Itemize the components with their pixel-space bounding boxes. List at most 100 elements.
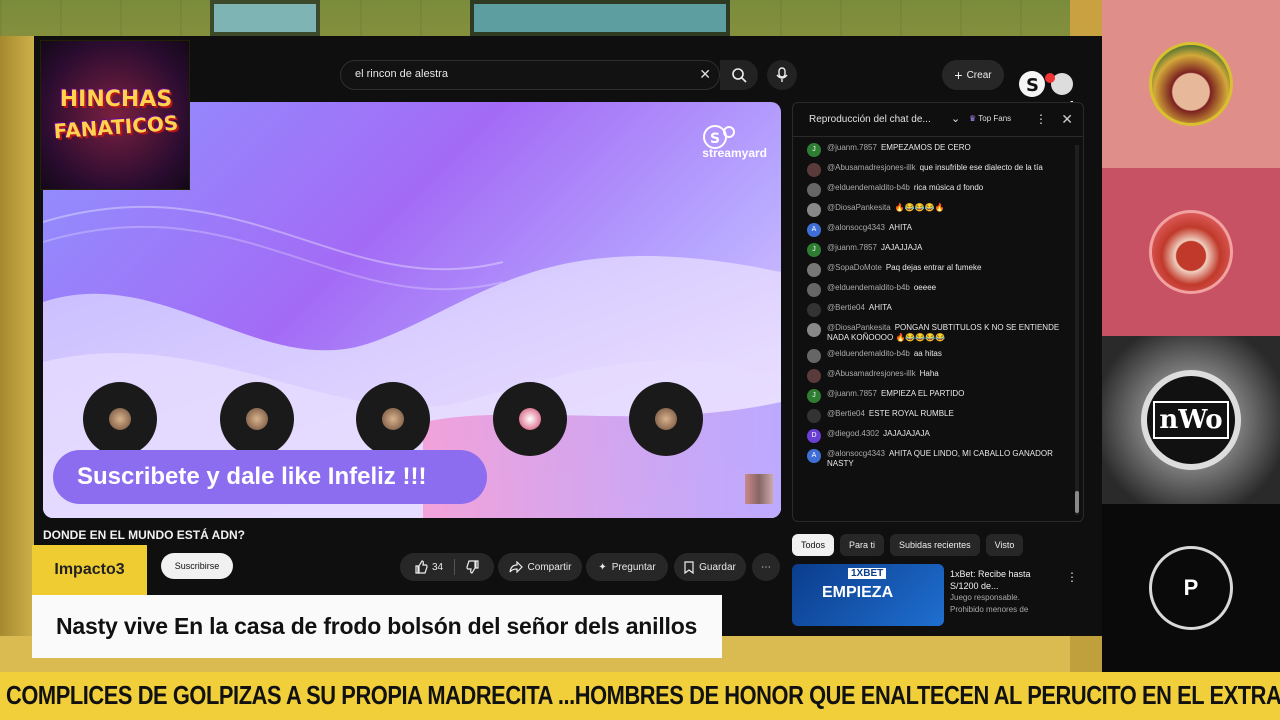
chat-message[interactable]: @Abusamadresjones-illk que insufrible ese… bbox=[807, 163, 1075, 177]
avatar[interactable]: A bbox=[807, 449, 821, 463]
participant-tile[interactable] bbox=[1102, 0, 1280, 168]
chat-username[interactable]: @SopaDoMote bbox=[827, 263, 882, 272]
chat-message-body: @Abusamadresjones-illk que insufrible ese… bbox=[827, 163, 1043, 177]
avatar[interactable] bbox=[807, 409, 821, 423]
participant-column: nWo P bbox=[1102, 0, 1280, 672]
chat-username[interactable]: @DiosaPankesita bbox=[827, 203, 891, 212]
chat-username[interactable]: @elduendemaldito-b4b bbox=[827, 183, 910, 192]
chat-title[interactable]: Reproducción del chat de... bbox=[809, 114, 931, 125]
chat-username[interactable]: @elduendemaldito-b4b bbox=[827, 283, 910, 292]
chat-message[interactable]: @elduendemaldito-b4b aa hitas bbox=[807, 349, 1075, 363]
chat-username[interactable]: @juanm.7857 bbox=[827, 143, 877, 152]
chat-message[interactable]: @elduendemaldito-b4b oeeee bbox=[807, 283, 1075, 297]
search-button[interactable] bbox=[720, 60, 758, 90]
chat-message[interactable]: A @alonsocg4343 AHITA QUE LINDO, MI CABALL… bbox=[807, 449, 1075, 469]
chat-username[interactable]: @alonsocg4343 bbox=[827, 223, 885, 232]
avatar[interactable] bbox=[807, 263, 821, 277]
chat-message[interactable]: @DiosaPankesita 🔥😂😂😂🔥 bbox=[807, 203, 1075, 217]
svg-text:S: S bbox=[1026, 75, 1039, 96]
chat-scrollbar[interactable] bbox=[1075, 145, 1079, 515]
avatar[interactable] bbox=[807, 203, 821, 217]
chat-message-body: @alonsocg4343 AHITA bbox=[827, 223, 912, 237]
avatar[interactable]: J bbox=[807, 143, 821, 157]
avatar: nWo bbox=[1141, 370, 1241, 470]
more-button[interactable]: ⋯ bbox=[752, 553, 780, 581]
participant-avatar bbox=[629, 382, 703, 456]
chat-username[interactable]: @Bertie04 bbox=[827, 409, 865, 418]
chat-username[interactable]: @alonsocg4343 bbox=[827, 449, 885, 458]
avatar[interactable] bbox=[807, 283, 821, 297]
chat-message[interactable]: @Bertie04 AHITA bbox=[807, 303, 1075, 317]
tab-subidas-recientes[interactable]: Subidas recientes bbox=[890, 534, 980, 556]
kebab-menu-icon[interactable]: ⋮ bbox=[1035, 112, 1047, 126]
chat-message[interactable]: A @alonsocg4343 AHITA bbox=[807, 223, 1075, 237]
search-input[interactable]: el rincon de alestra ✕ bbox=[340, 60, 720, 90]
tab-para-ti[interactable]: Para ti bbox=[840, 534, 885, 556]
avatar[interactable] bbox=[807, 183, 821, 197]
avatar[interactable] bbox=[807, 323, 821, 337]
tab-visto[interactable]: Visto bbox=[985, 534, 1024, 556]
participant-tile[interactable]: P bbox=[1102, 504, 1280, 672]
news-ticker: COMPLICES DE GOLPIZAS A SU PROPIA MADREC… bbox=[0, 672, 1280, 720]
chat-text: JAJAJJAJA bbox=[880, 243, 923, 252]
chat-message[interactable]: @SopaDoMote Paq dejas entrar al fumeke bbox=[807, 263, 1075, 277]
chat-message[interactable]: J @juanm.7857 EMPIEZA EL PARTIDO bbox=[807, 389, 1075, 403]
chat-username[interactable]: @juanm.7857 bbox=[827, 243, 877, 252]
kebab-menu-icon[interactable]: ⋮ bbox=[1066, 570, 1078, 584]
chat-message[interactable]: @Bertie04 ESTE ROYAL RUMBLE bbox=[807, 409, 1075, 423]
avatar[interactable]: D bbox=[807, 429, 821, 443]
chat-message[interactable]: @Abusamadresjones-illk Haha bbox=[807, 369, 1075, 383]
chat-message[interactable]: D @diegod.4302 JAJAJAJAJA bbox=[807, 429, 1075, 443]
stream-scene: { "youtube": { "search_query": "el rinco… bbox=[0, 0, 1280, 720]
chat-username[interactable]: @Bertie04 bbox=[827, 303, 865, 312]
avatar[interactable]: J bbox=[807, 389, 821, 403]
chevron-down-icon[interactable]: ⌄ bbox=[951, 112, 960, 125]
save-button[interactable]: Guardar bbox=[674, 553, 746, 581]
avatar[interactable] bbox=[807, 369, 821, 383]
chat-message[interactable]: @DiosaPankesita PONGAN SUBTITULOS K NO SE… bbox=[807, 323, 1075, 343]
participant-avatar bbox=[493, 382, 567, 456]
chat-username[interactable]: @elduendemaldito-b4b bbox=[827, 349, 910, 358]
avatar[interactable] bbox=[807, 303, 821, 317]
participant-tile[interactable]: nWo bbox=[1102, 336, 1280, 504]
subscribe-button[interactable]: Suscribirse bbox=[161, 553, 233, 579]
chat-text: rica música d fondo bbox=[913, 183, 984, 192]
thumbs-down-icon[interactable] bbox=[466, 560, 480, 574]
chat-message-body: @elduendemaldito-b4b oeeee bbox=[827, 283, 936, 297]
close-icon[interactable]: ✕ bbox=[1061, 111, 1073, 128]
ad-card[interactable]: 1XBET EMPIEZA 1xBet: Recibe hasta S/1200… bbox=[792, 564, 1082, 634]
chat-text: EMPEZAMOS DE CERO bbox=[880, 143, 971, 152]
like-button[interactable]: 34 bbox=[414, 560, 443, 574]
close-icon[interactable]: ✕ bbox=[699, 66, 711, 83]
chat-text: AHITA bbox=[888, 223, 912, 232]
chat-message-body: @Abusamadresjones-illk Haha bbox=[827, 369, 939, 383]
ask-button[interactable]: ✦ Preguntar bbox=[586, 553, 668, 581]
ad-title: 1xBet: Recibe hasta S/1200 de... bbox=[950, 569, 1031, 591]
share-button[interactable]: Compartir bbox=[498, 553, 582, 581]
avatar[interactable] bbox=[807, 349, 821, 363]
chat-message[interactable]: J @juanm.7857 JAJAJJAJA bbox=[807, 243, 1075, 257]
chat-username[interactable]: @diegod.4302 bbox=[827, 429, 879, 438]
avatar[interactable]: A bbox=[807, 223, 821, 237]
chat-username[interactable]: @juanm.7857 bbox=[827, 389, 877, 398]
avatar[interactable]: J bbox=[807, 243, 821, 257]
chat-message[interactable]: @elduendemaldito-b4b rica música d fondo bbox=[807, 183, 1075, 197]
chat-username[interactable]: @Abusamadresjones-illk bbox=[827, 163, 916, 172]
chat-message[interactable]: J @juanm.7857 EMPEZAMOS DE CERO bbox=[807, 143, 1075, 157]
chat-username[interactable]: @DiosaPankesita bbox=[827, 323, 891, 332]
chat-username[interactable]: @Abusamadresjones-illk bbox=[827, 369, 916, 378]
top-fans-badge[interactable]: ♛ Top Fans bbox=[969, 114, 1011, 123]
recommendation-tabs: Todos Para ti Subidas recientes Visto bbox=[792, 534, 1024, 556]
video-title: DONDE EN EL MUNDO ESTÁ ADN? bbox=[43, 528, 246, 542]
create-button[interactable]: + Crear bbox=[942, 60, 1004, 90]
mic-button[interactable] bbox=[767, 60, 797, 90]
logo-text: HINCHAS bbox=[59, 87, 173, 112]
participant-tile[interactable] bbox=[1102, 168, 1280, 336]
tab-todos[interactable]: Todos bbox=[792, 534, 835, 556]
caption-text: Nasty vive En la casa de frodo bolsón de… bbox=[56, 613, 698, 639]
chat-scroll-thumb[interactable] bbox=[1075, 491, 1079, 513]
more-icon: ⋯ bbox=[761, 561, 771, 573]
ask-label: Preguntar bbox=[611, 561, 656, 573]
ad-thumbnail[interactable]: 1XBET EMPIEZA bbox=[792, 564, 944, 626]
avatar[interactable] bbox=[807, 163, 821, 177]
